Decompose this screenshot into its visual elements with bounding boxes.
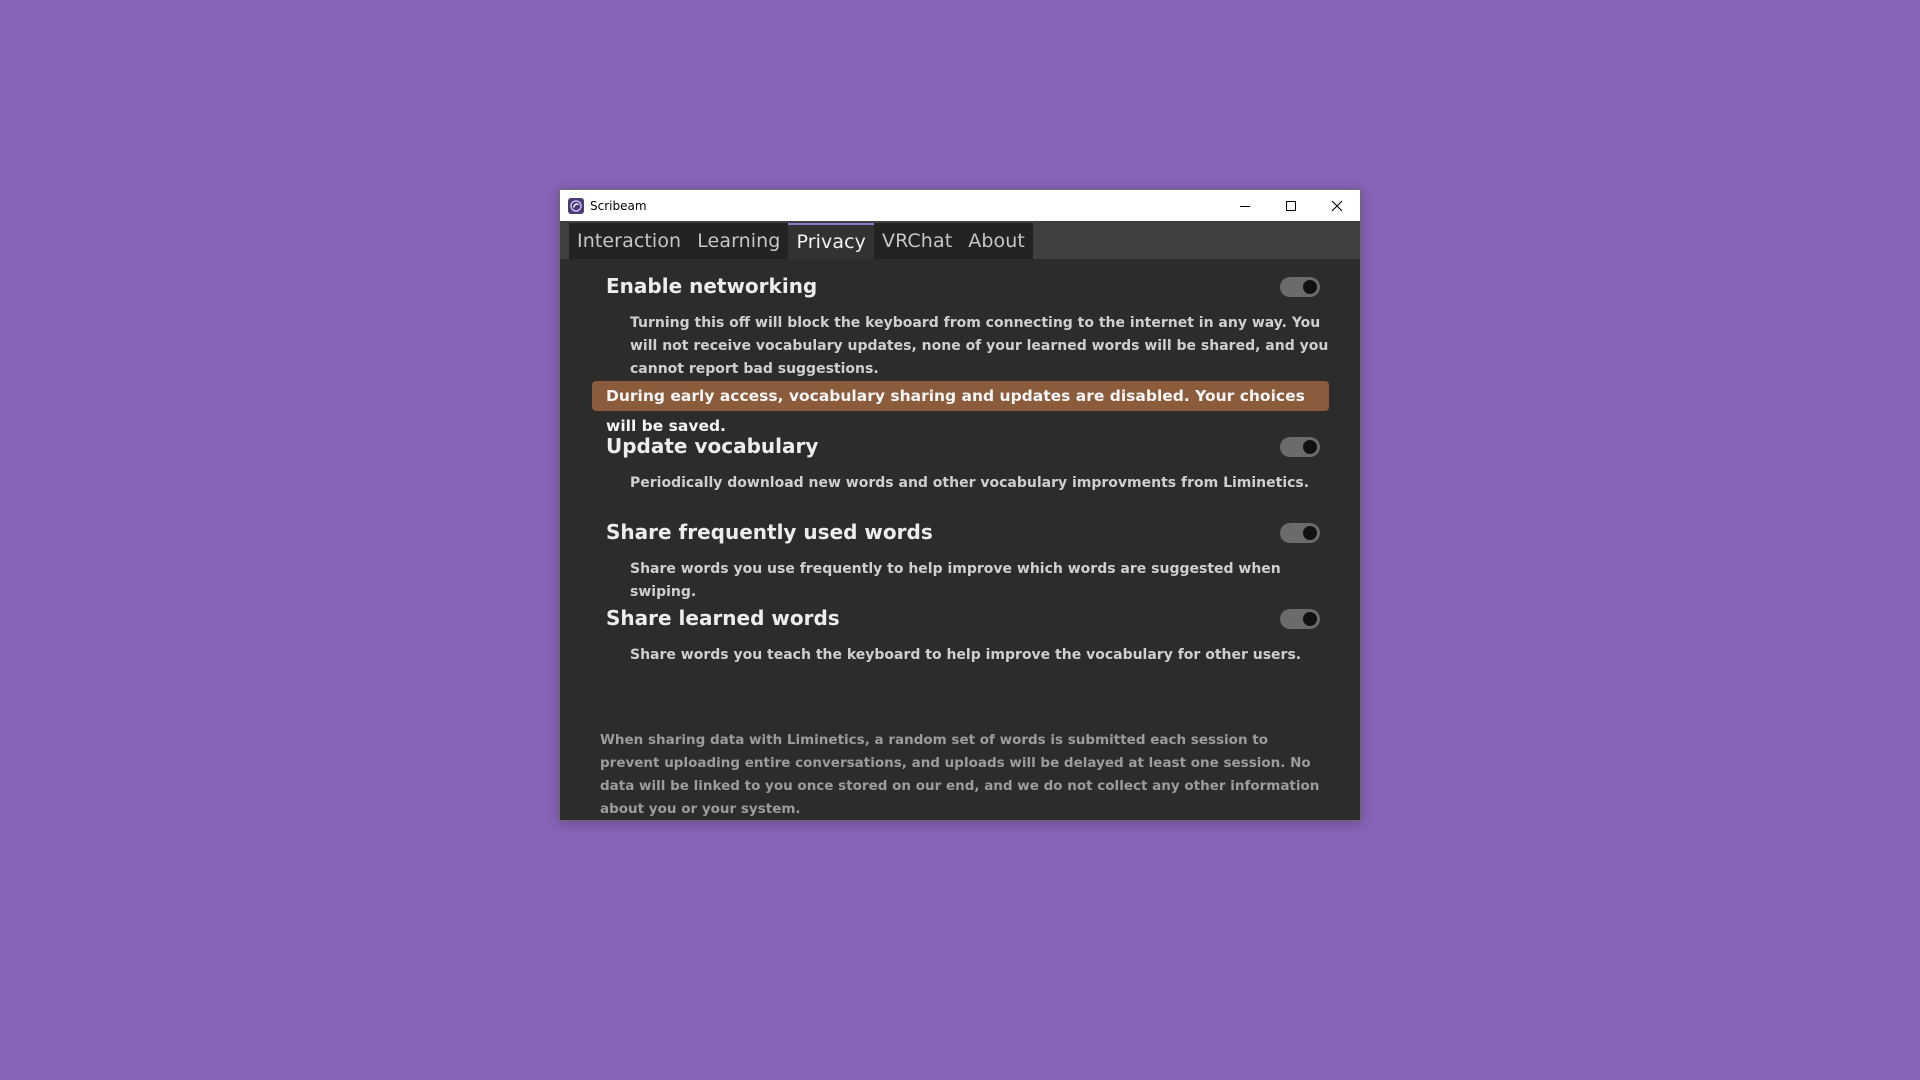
toggle-knob bbox=[1303, 526, 1317, 540]
update-vocabulary-description: Periodically download new words and othe… bbox=[630, 475, 1310, 491]
share-learned-title: Share learned words bbox=[606, 606, 840, 630]
tab-vrchat[interactable]: VRChat bbox=[874, 223, 960, 259]
window-controls bbox=[1222, 190, 1360, 221]
minimize-icon bbox=[1240, 205, 1250, 207]
networking-toggle[interactable] bbox=[1280, 277, 1320, 297]
privacy-panel: Enable networking Turning this off will … bbox=[560, 259, 1360, 820]
update-vocabulary-title: Update vocabulary bbox=[606, 434, 819, 458]
privacy-footer-note: When sharing data with Liminetics, a ran… bbox=[600, 732, 1320, 817]
close-button[interactable] bbox=[1314, 190, 1360, 221]
toggle-knob bbox=[1303, 440, 1317, 454]
toggle-knob bbox=[1303, 280, 1317, 294]
tab-bar: Interaction Learning Privacy VRChat Abou… bbox=[560, 221, 1360, 259]
share-frequent-description: Share words you use frequently to help i… bbox=[630, 561, 1281, 600]
tab-privacy[interactable]: Privacy bbox=[788, 223, 874, 259]
maximize-button[interactable] bbox=[1268, 190, 1314, 221]
close-icon bbox=[1331, 200, 1343, 211]
networking-title: Enable networking bbox=[606, 274, 818, 298]
tab-learning[interactable]: Learning bbox=[689, 223, 788, 259]
share-frequent-toggle[interactable] bbox=[1280, 523, 1320, 543]
maximize-icon bbox=[1286, 200, 1296, 211]
tab-list: Interaction Learning Privacy VRChat Abou… bbox=[569, 223, 1033, 259]
share-learned-toggle[interactable] bbox=[1280, 609, 1320, 629]
window-title: Scribeam bbox=[590, 198, 647, 213]
tab-about[interactable]: About bbox=[960, 223, 1033, 259]
update-vocabulary-toggle[interactable] bbox=[1280, 437, 1320, 457]
title-bar[interactable]: Scribeam bbox=[560, 190, 1360, 221]
share-learned-description: Share words you teach the keyboard to he… bbox=[630, 647, 1302, 663]
app-icon bbox=[568, 197, 584, 214]
early-access-banner: During early access, vocabulary sharing … bbox=[592, 381, 1329, 435]
toggle-knob bbox=[1303, 612, 1317, 626]
share-frequent-title: Share frequently used words bbox=[606, 520, 933, 544]
tab-interaction[interactable]: Interaction bbox=[569, 223, 689, 259]
app-window: Scribeam Interaction Learning Privacy VR… bbox=[559, 189, 1361, 821]
networking-description: Turning this off will block the keyboard… bbox=[630, 315, 1329, 377]
minimize-button[interactable] bbox=[1222, 190, 1268, 221]
